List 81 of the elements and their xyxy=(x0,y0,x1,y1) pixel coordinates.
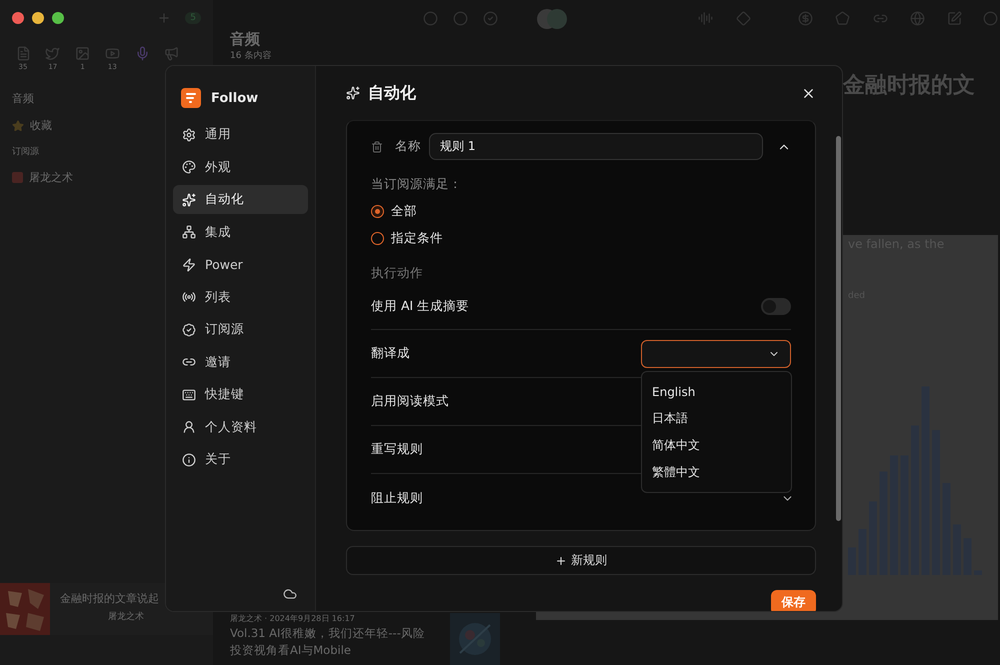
bird-icon[interactable] xyxy=(45,46,60,61)
menu-option[interactable]: English xyxy=(642,378,791,405)
lightning-icon xyxy=(182,258,196,272)
actions-label: 执行动作 xyxy=(371,265,424,282)
nav-item[interactable]: 关于 xyxy=(173,445,308,474)
circle-icon[interactable] xyxy=(423,11,438,26)
action-label: 启用阅读模式 xyxy=(371,393,449,410)
megaphone-icon[interactable] xyxy=(164,46,180,61)
nav-item[interactable]: 邀请 xyxy=(173,348,308,376)
edit-icon[interactable] xyxy=(947,11,962,26)
video-icon[interactable] xyxy=(104,46,120,61)
nav-item[interactable]: 自动化 xyxy=(173,185,308,214)
minimize-window-button[interactable] xyxy=(32,12,44,24)
sparkle-icon xyxy=(182,192,196,206)
nav-item[interactable]: Power xyxy=(173,250,308,279)
action-label: 翻译成 xyxy=(371,345,410,362)
circle-icon[interactable] xyxy=(453,11,468,26)
language-select[interactable] xyxy=(641,340,791,368)
coin-icon[interactable] xyxy=(798,11,813,26)
section-label: 订阅源 xyxy=(12,146,39,158)
user-icon xyxy=(182,420,196,434)
add-icon[interactable] xyxy=(157,11,172,25)
action-label: 重写规则 xyxy=(371,441,423,458)
circle-icon[interactable] xyxy=(983,11,998,26)
check-circle-icon[interactable] xyxy=(483,11,498,26)
feed-icon xyxy=(12,172,23,183)
nav-item[interactable]: 列表 xyxy=(173,282,308,312)
avatar-group[interactable] xyxy=(536,8,568,30)
add-rule-button[interactable]: 新规则 xyxy=(346,546,816,575)
globe-icon[interactable] xyxy=(910,11,925,26)
settings-icon xyxy=(182,128,196,142)
nav-item[interactable]: 订阅源 xyxy=(173,315,308,344)
scrollbar[interactable] xyxy=(836,136,841,521)
zoom-window-button[interactable] xyxy=(52,12,64,24)
badge-check-icon xyxy=(182,322,196,336)
entry-title: 投资视角看AI与Mobile xyxy=(230,643,352,658)
entry-title: Vol.31 AI很稚嫩，我们还年轻---风险 xyxy=(230,626,425,641)
document-icon[interactable] xyxy=(16,46,30,61)
entry-source: 屠龙之术 xyxy=(107,610,145,623)
audio-icon[interactable] xyxy=(698,11,713,26)
menu-option[interactable]: 繁體中文 xyxy=(642,459,791,486)
image-icon[interactable] xyxy=(75,46,90,61)
network-icon xyxy=(182,225,196,239)
palette-icon xyxy=(182,160,196,174)
diamond-icon[interactable] xyxy=(736,11,751,26)
name-label: 名称 xyxy=(395,138,421,155)
app-name: Follow xyxy=(211,90,258,106)
pentagon-icon[interactable] xyxy=(835,11,850,26)
nav-item[interactable]: 外观 xyxy=(173,152,308,182)
app-logo xyxy=(181,88,201,108)
radio-label: 全部 xyxy=(391,203,417,220)
sidebar-title: 音频 xyxy=(12,91,34,106)
name-input[interactable]: 规则 1 xyxy=(429,133,763,160)
plus-icon xyxy=(555,554,567,566)
entry-meta: 屠龙之术 · 2024年9月28日 16:17 xyxy=(230,613,356,624)
close-window-button[interactable] xyxy=(12,12,24,24)
keyboard-icon xyxy=(182,388,196,402)
cloud-icon[interactable] xyxy=(283,587,297,601)
star-icon xyxy=(12,120,24,132)
action-label: 使用 AI 生成摘要 xyxy=(371,298,470,315)
nav-item[interactable]: 个人资料 xyxy=(173,412,308,442)
microphone-icon[interactable] xyxy=(134,46,150,61)
trash-icon[interactable] xyxy=(371,140,383,152)
info-icon xyxy=(182,452,196,466)
sparkle-icon xyxy=(346,86,360,100)
dialog-title: 自动化 xyxy=(368,82,416,104)
nav-item[interactable]: 快捷键 xyxy=(173,380,308,409)
condition-label: 当订阅源满足： xyxy=(371,176,463,193)
menu-option[interactable]: 日本語 xyxy=(642,405,791,432)
list-title: 音频 xyxy=(230,30,261,49)
nav-item[interactable]: 通用 xyxy=(173,120,308,149)
broadcast-icon xyxy=(182,290,196,304)
entry-title: 金融时报的文章说起 xyxy=(60,591,159,606)
action-label: 阻止规则 xyxy=(371,490,423,506)
list-count: 16 条内容 xyxy=(230,50,272,62)
menu-option[interactable]: 简体中文 xyxy=(642,432,791,459)
radio-button[interactable] xyxy=(371,205,384,218)
radio-button[interactable] xyxy=(371,232,384,245)
toggle-switch[interactable] xyxy=(761,298,791,315)
nav-item[interactable]: 集成 xyxy=(173,218,308,246)
radio-label: 指定条件 xyxy=(391,230,443,247)
